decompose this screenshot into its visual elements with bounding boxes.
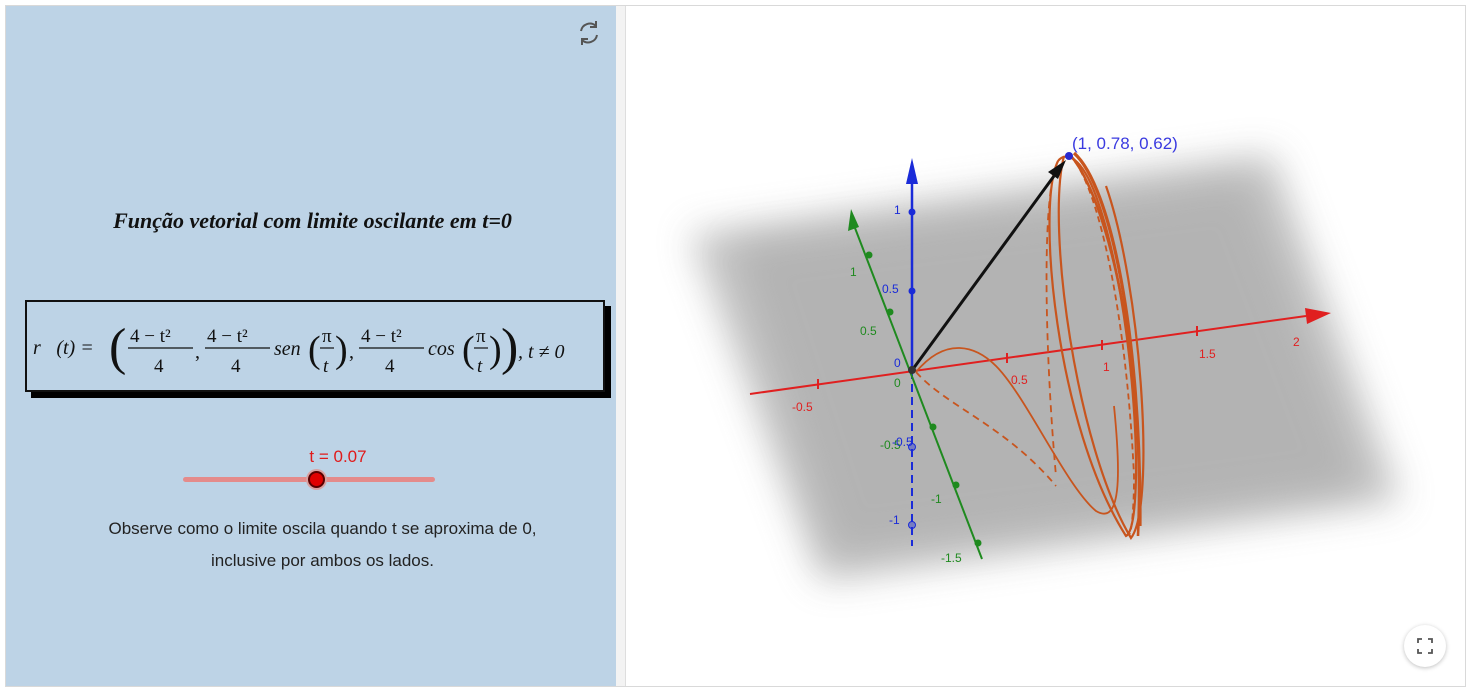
comma2: , <box>349 341 354 363</box>
fraction1-den: 4 <box>154 356 164 377</box>
reset-button[interactable] <box>572 16 606 50</box>
fullscreen-icon <box>1417 638 1433 654</box>
slider-label: t = 0.07 <box>309 447 367 466</box>
x-tick-label: 0.5 <box>1011 373 1028 387</box>
point-label: (1, 0.78, 0.62) <box>1072 134 1178 153</box>
graphics-3d-view[interactable]: (1, 0.78, 0.62) -0.5 0.5 1 1.5 2 1 0.5 -… <box>626 6 1465 686</box>
cos-word: cos <box>428 338 455 360</box>
paren-open: ( <box>109 319 126 376</box>
y-tick-label: -1 <box>931 492 942 506</box>
pi1: π <box>322 326 332 347</box>
origin-label-z: 0 <box>894 356 901 370</box>
paren-close: ) <box>501 319 518 376</box>
z-tick-label: -1 <box>889 513 900 527</box>
pi2: π <box>476 326 486 347</box>
y-tick-label: 1 <box>850 265 857 279</box>
origin-point <box>908 366 916 374</box>
fraction3-num: 4 − t² <box>361 326 402 347</box>
refresh-icon <box>580 21 598 45</box>
z-tick-label: 0.5 <box>882 282 899 296</box>
paren-sen-close: ) <box>335 329 348 371</box>
formula-lhs: r⃗(t) = <box>33 337 94 359</box>
x-tick-label: -0.5 <box>792 400 813 414</box>
panel-divider[interactable] <box>616 6 626 686</box>
t1: t <box>323 356 329 377</box>
fraction2-den: 4 <box>231 356 241 377</box>
y-tick-label: 0.5 <box>860 324 877 338</box>
instruction-line-1: Observe como o limite oscila quando t se… <box>108 519 537 538</box>
paren-cos-close: ) <box>489 329 502 371</box>
z-tick-label: 1 <box>894 203 901 217</box>
x-tick-label: 1.5 <box>1199 347 1216 361</box>
t-slider-thumb[interactable] <box>308 471 326 488</box>
paren-sen-open: ( <box>308 329 321 371</box>
formula-expression: r⃗(t) = ( 4 − t² 4 , 4 − t² 4 sen ( π t … <box>33 319 565 377</box>
sen-word: sen <box>274 338 301 360</box>
origin-label-y: 0 <box>894 376 901 390</box>
formula-tail: , t ≠ 0 <box>518 341 565 363</box>
paren-cos-open: ( <box>462 329 475 371</box>
x-tick-label: 1 <box>1103 360 1110 374</box>
fraction2-num: 4 − t² <box>207 326 248 347</box>
comma1: , <box>195 341 200 363</box>
instruction-text: Observe como o limite oscila quando t se… <box>40 513 605 577</box>
fraction1-num: 4 − t² <box>130 326 171 347</box>
y-tick-label: -1.5 <box>941 551 962 565</box>
page-title: Função vetorial com limite oscilante em … <box>113 208 512 233</box>
t2: t <box>477 356 483 377</box>
z-tick-label: -0.5 <box>892 435 913 449</box>
fraction3-den: 4 <box>385 356 395 377</box>
x-tick-label: 2 <box>1293 335 1300 349</box>
formula-box: r⃗(t) = ( 4 − t² 4 , 4 − t² 4 sen ( π t … <box>25 300 605 392</box>
xy-plane <box>690 154 1401 581</box>
instruction-line-2: inclusive por ambos os lados. <box>210 551 434 570</box>
fullscreen-button[interactable] <box>1404 625 1446 667</box>
